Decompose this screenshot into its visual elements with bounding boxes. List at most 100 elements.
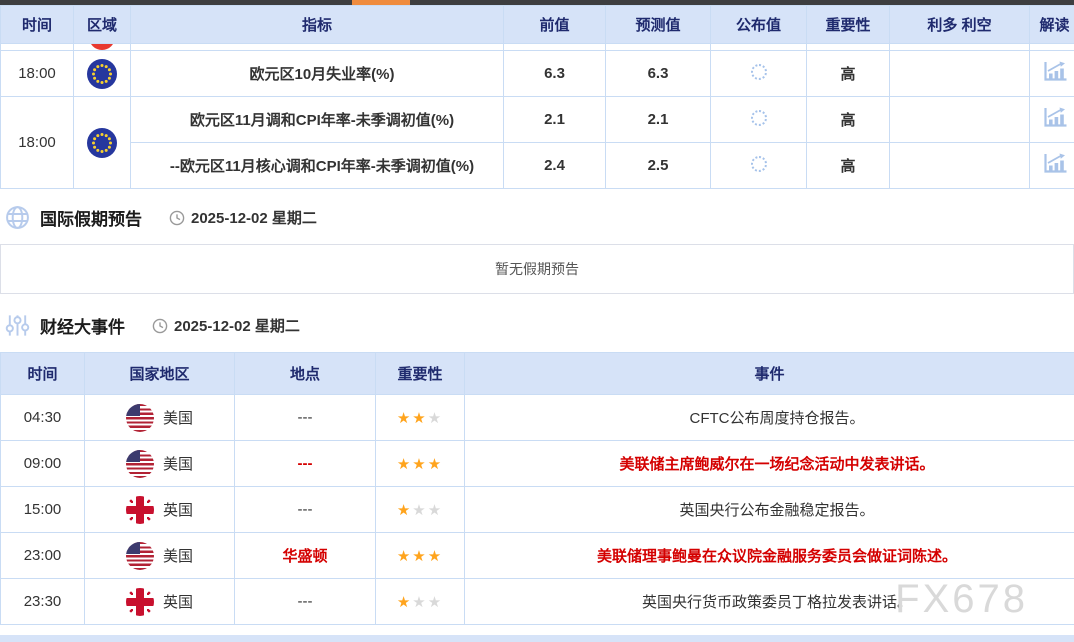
- us-flag-icon: [126, 542, 154, 570]
- importance-stars: ★★★: [376, 395, 465, 441]
- events-date: 2025-12-02 星期二: [152, 315, 300, 336]
- time-cell: 18:00: [1, 97, 74, 189]
- uk-flag-icon: [126, 588, 154, 616]
- country-label: 美国: [163, 407, 193, 428]
- previous-value: 2.4: [504, 143, 606, 189]
- clipped-red-flag-icon: [89, 44, 115, 50]
- indicator-row: 18:00 欧元区11月调和CPI年率-未季调初值(%) 2.1 2.1 高: [1, 97, 1074, 143]
- importance-stars: ★★★: [376, 441, 465, 487]
- col-previous: 前值: [504, 6, 606, 44]
- interpret-cell: [1030, 143, 1074, 189]
- event-country: 英国: [85, 579, 235, 625]
- holiday-date-text: 2025-12-02 星期二: [191, 207, 317, 228]
- event-description: 美联储理事鲍曼在众议院金融服务委员会做证词陈述。: [465, 533, 1074, 579]
- chart-interpret-icon[interactable]: [1043, 153, 1067, 174]
- event-description: 英国央行公布金融稳定报告。: [465, 487, 1074, 533]
- scrollbar-thumb[interactable]: [352, 0, 410, 5]
- event-location: ---: [235, 579, 376, 625]
- event-time: 09:00: [1, 441, 85, 487]
- indicator-link[interactable]: --欧元区11月核心调和CPI年率-未季调初值(%): [131, 143, 504, 189]
- events-date-text: 2025-12-02 星期二: [174, 315, 300, 336]
- event-location: 华盛顿: [235, 533, 376, 579]
- indicator-link[interactable]: 欧元区10月失业率(%): [131, 51, 504, 97]
- us-flag-icon: [126, 450, 154, 478]
- col-importance: 重要性: [807, 6, 890, 44]
- event-country: 美国: [85, 395, 235, 441]
- indicator-link[interactable]: 欧元区11月调和CPI年率-未季调初值(%): [131, 97, 504, 143]
- holiday-section-title: 国际假期预告: [40, 205, 142, 230]
- event-description: CFTC公布周度持仓报告。: [465, 395, 1074, 441]
- bull-bear-cell: [890, 51, 1030, 97]
- bull-bear-cell: [890, 143, 1030, 189]
- forecast-value: 6.3: [606, 51, 711, 97]
- bottom-strip: [0, 635, 1074, 642]
- event-time: 04:30: [1, 395, 85, 441]
- clipped-row: [1, 44, 1074, 51]
- col-bull-bear: 利多 利空: [890, 6, 1030, 44]
- region-cell: [74, 51, 131, 97]
- event-description: 美联储主席鲍威尔在一场纪念活动中发表讲话。: [465, 441, 1074, 487]
- published-value: [711, 51, 807, 97]
- previous-value: 6.3: [504, 51, 606, 97]
- importance-stars: ★★★: [376, 533, 465, 579]
- event-description: 英国央行货币政策委员丁格拉发表讲话。: [465, 579, 1074, 625]
- event-location: ---: [235, 441, 376, 487]
- col-country: 国家地区: [85, 353, 235, 395]
- event-location: ---: [235, 395, 376, 441]
- event-country: 英国: [85, 487, 235, 533]
- globe-icon: [5, 205, 30, 230]
- previous-value: 2.1: [504, 97, 606, 143]
- country-label: 英国: [163, 591, 193, 612]
- eu-flag-icon: [87, 59, 117, 89]
- chart-interpret-icon[interactable]: [1043, 61, 1067, 82]
- country-label: 美国: [163, 453, 193, 474]
- forecast-value: 2.1: [606, 97, 711, 143]
- time-cell: 18:00: [1, 51, 74, 97]
- event-row: 04:30 美国 --- ★★★ CFTC公布周度持仓报告。: [1, 395, 1074, 441]
- event-time: 23:30: [1, 579, 85, 625]
- importance-stars: ★★★: [376, 579, 465, 625]
- importance-cell: 高: [807, 97, 890, 143]
- clock-icon: [169, 210, 185, 226]
- event-row: 23:30 英国 --- ★★★ 英国央行货币政策委员丁格拉发表讲话。: [1, 579, 1074, 625]
- eu-flag-icon: [87, 128, 117, 158]
- holiday-date: 2025-12-02 星期二: [169, 207, 317, 228]
- bull-bear-cell: [890, 97, 1030, 143]
- col-location: 地点: [235, 353, 376, 395]
- indicator-row: 18:00 欧元区10月失业率(%) 6.3 6.3 高: [1, 51, 1074, 97]
- col-importance: 重要性: [376, 353, 465, 395]
- col-time: 时间: [1, 6, 74, 44]
- col-event: 事件: [465, 353, 1074, 395]
- loading-spinner-icon: [751, 156, 767, 172]
- event-row: 09:00 美国 --- ★★★ 美联储主席鲍威尔在一场纪念活动中发表讲话。: [1, 441, 1074, 487]
- event-row: 23:00 美国 华盛顿 ★★★ 美联储理事鲍曼在众议院金融服务委员会做证词陈述…: [1, 533, 1074, 579]
- col-indicator: 指标: [131, 6, 504, 44]
- event-country: 美国: [85, 533, 235, 579]
- events-section-title: 财经大事件: [40, 313, 125, 338]
- country-label: 美国: [163, 545, 193, 566]
- col-region: 区域: [74, 6, 131, 44]
- loading-spinner-icon: [751, 110, 767, 126]
- event-country: 美国: [85, 441, 235, 487]
- col-forecast: 预测值: [606, 6, 711, 44]
- col-published: 公布值: [711, 6, 807, 44]
- region-cell: [74, 97, 131, 189]
- economic-indicator-table: 时间 区域 指标 前值 预测值 公布值 重要性 利多 利空 解读 18:00 欧…: [0, 5, 1074, 189]
- interpret-cell: [1030, 51, 1074, 97]
- holiday-empty-message: 暂无假期预告: [495, 259, 579, 279]
- indicator-header-row: 时间 区域 指标 前值 预测值 公布值 重要性 利多 利空 解读: [1, 6, 1074, 44]
- published-value: [711, 97, 807, 143]
- col-interpret: 解读: [1030, 6, 1074, 44]
- forecast-value: 2.5: [606, 143, 711, 189]
- interpret-cell: [1030, 97, 1074, 143]
- chart-interpret-icon[interactable]: [1043, 107, 1067, 128]
- sliders-icon: [5, 313, 30, 338]
- us-flag-icon: [126, 404, 154, 432]
- event-location: ---: [235, 487, 376, 533]
- loading-spinner-icon: [751, 64, 767, 80]
- event-time: 23:00: [1, 533, 85, 579]
- indicator-row: --欧元区11月核心调和CPI年率-未季调初值(%) 2.4 2.5 高: [1, 143, 1074, 189]
- importance-cell: 高: [807, 51, 890, 97]
- events-header-row: 时间 国家地区 地点 重要性 事件: [1, 353, 1074, 395]
- events-table: 时间 国家地区 地点 重要性 事件 04:30 美国 --- ★★★ CFTC公…: [0, 352, 1074, 625]
